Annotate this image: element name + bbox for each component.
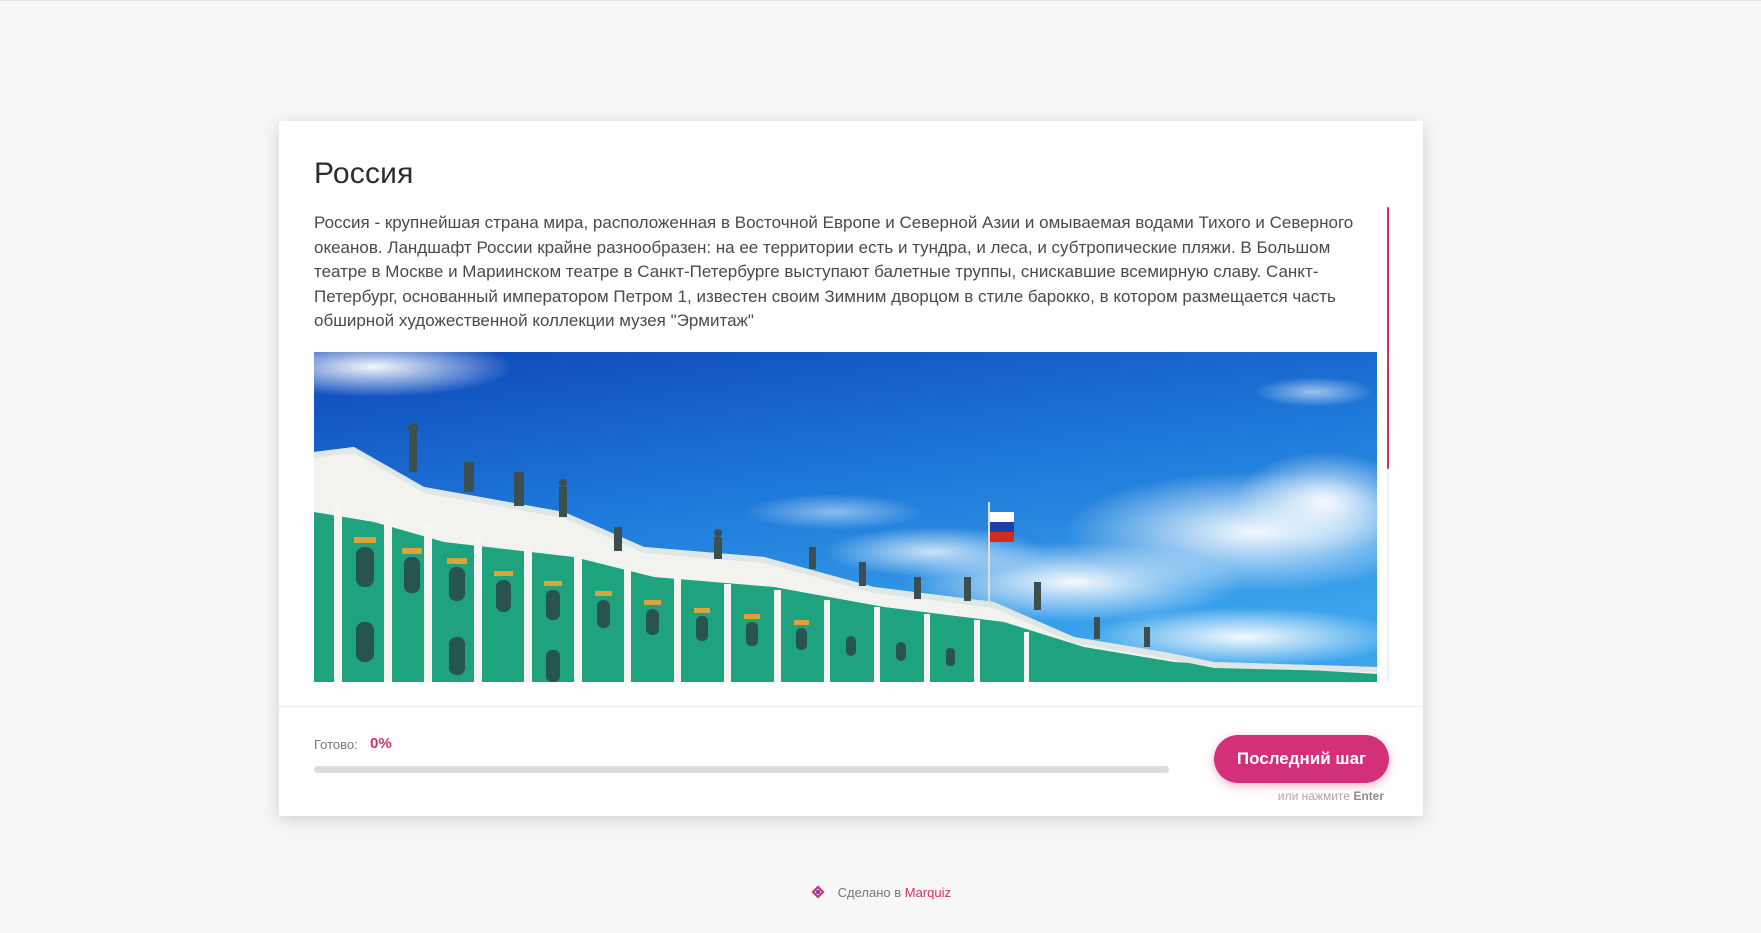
page-title: Россия xyxy=(314,157,414,190)
enter-hint: или нажмите Enter xyxy=(1179,789,1384,803)
footer-divider xyxy=(279,706,1423,707)
marquiz-logo-icon xyxy=(810,884,826,903)
footer: Сделано в Marquiz xyxy=(0,884,1761,903)
quiz-card: Россия Россия - крупнейшая страна мира, … xyxy=(279,121,1423,816)
quiz-content: Россия Россия - крупнейшая страна мира, … xyxy=(314,141,1384,703)
footer-made-in: Сделано в xyxy=(837,885,902,900)
scrollbar-thumb[interactable] xyxy=(1387,207,1389,469)
progress-bar xyxy=(314,766,1169,773)
content-scrollbar[interactable] xyxy=(1387,207,1389,683)
winter-palace-photo xyxy=(314,351,1377,682)
top-border xyxy=(0,0,1761,1)
progress-value: 0% xyxy=(370,735,392,752)
enter-hint-text: или нажмите xyxy=(1277,789,1350,803)
marquiz-link[interactable]: Marquiz xyxy=(905,885,951,900)
enter-key-label: Enter xyxy=(1353,789,1384,803)
last-step-button[interactable]: Последний шаг xyxy=(1214,735,1389,783)
quiz-description: Россия - крупнейшая страна мира, располо… xyxy=(314,213,1354,331)
progress-label: Готово: xyxy=(314,737,358,752)
